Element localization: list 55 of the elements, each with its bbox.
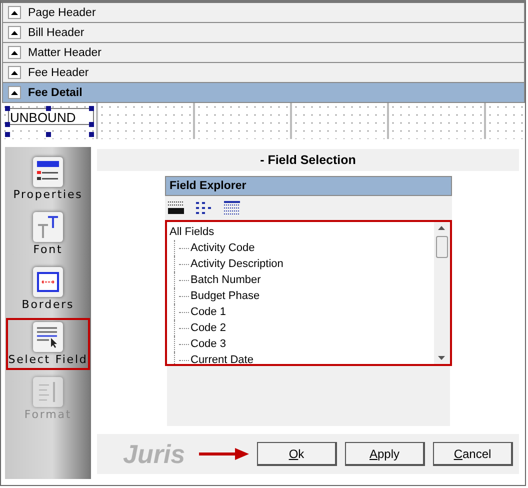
tree-node[interactable]: Activity Code bbox=[190, 240, 255, 256]
tree-node[interactable]: Code 1 bbox=[190, 304, 226, 320]
logo-text: Juris bbox=[123, 438, 186, 470]
section-band[interactable]: Fee Detail bbox=[2, 83, 525, 103]
section-label: Fee Detail bbox=[28, 86, 82, 98]
borders-icon bbox=[36, 270, 60, 294]
section-band[interactable]: Bill Header bbox=[2, 23, 525, 43]
collapse-button[interactable] bbox=[8, 26, 21, 39]
collapse-button[interactable] bbox=[8, 66, 21, 79]
collapse-button[interactable] bbox=[8, 6, 21, 19]
tool-button[interactable]: Select Field bbox=[6, 318, 90, 370]
selection-handle[interactable] bbox=[89, 106, 94, 111]
dialog-title: - Field Selection bbox=[97, 149, 519, 171]
font-icon bbox=[36, 215, 60, 239]
caret-icon bbox=[11, 70, 18, 74]
selection-handle[interactable] bbox=[46, 106, 51, 111]
caret-icon bbox=[11, 50, 18, 54]
tree-node[interactable]: All Fields bbox=[170, 224, 430, 240]
section-band[interactable]: Fee Header bbox=[2, 63, 525, 83]
section-band[interactable]: Page Header bbox=[2, 3, 525, 23]
tool-button[interactable]: Properties bbox=[6, 153, 90, 205]
list-view-icon[interactable] bbox=[168, 201, 184, 215]
caret-icon bbox=[11, 10, 18, 14]
tool-button[interactable]: Font bbox=[6, 208, 90, 260]
explorer-title: Field Explorer bbox=[164, 176, 452, 196]
list-cursor-icon bbox=[36, 325, 60, 349]
tree-node[interactable]: Current Date bbox=[190, 352, 254, 364]
section-band[interactable]: Matter Header bbox=[2, 43, 525, 63]
tree-node[interactable]: Code 3 bbox=[190, 336, 226, 352]
caret-icon bbox=[11, 90, 18, 94]
scroll-up-icon[interactable] bbox=[438, 226, 445, 230]
collapse-button[interactable] bbox=[8, 86, 21, 99]
tool-button[interactable]: Borders bbox=[6, 263, 90, 315]
section-label: Fee Header bbox=[28, 66, 89, 78]
arrow-icon bbox=[199, 448, 249, 460]
tree-node[interactable]: Activity Description bbox=[190, 256, 284, 272]
dialog-button[interactable]: Cancel bbox=[433, 442, 513, 466]
scroll-down-icon[interactable] bbox=[438, 356, 445, 360]
tree-view-icon[interactable] bbox=[196, 201, 212, 215]
tree-node[interactable]: Budget Phase bbox=[190, 288, 260, 304]
unbound-field[interactable]: UNBOUND bbox=[8, 108, 94, 125]
scroll-thumb[interactable] bbox=[436, 236, 448, 258]
collapse-button[interactable] bbox=[8, 46, 21, 59]
tree-node[interactable]: Code 2 bbox=[190, 320, 226, 336]
scrollbar[interactable] bbox=[434, 222, 450, 364]
dialog-button[interactable]: Apply bbox=[345, 442, 425, 466]
section-label: Matter Header bbox=[28, 46, 102, 58]
selection-handle[interactable] bbox=[46, 132, 51, 137]
tree-node[interactable]: Batch Number bbox=[190, 272, 261, 288]
caret-icon bbox=[11, 30, 18, 34]
selection-handle[interactable] bbox=[5, 106, 10, 111]
section-label: Page Header bbox=[28, 6, 96, 18]
table-view-icon[interactable] bbox=[224, 201, 240, 215]
section-label: Bill Header bbox=[28, 26, 84, 38]
dialog-button[interactable]: Ok bbox=[257, 442, 337, 466]
